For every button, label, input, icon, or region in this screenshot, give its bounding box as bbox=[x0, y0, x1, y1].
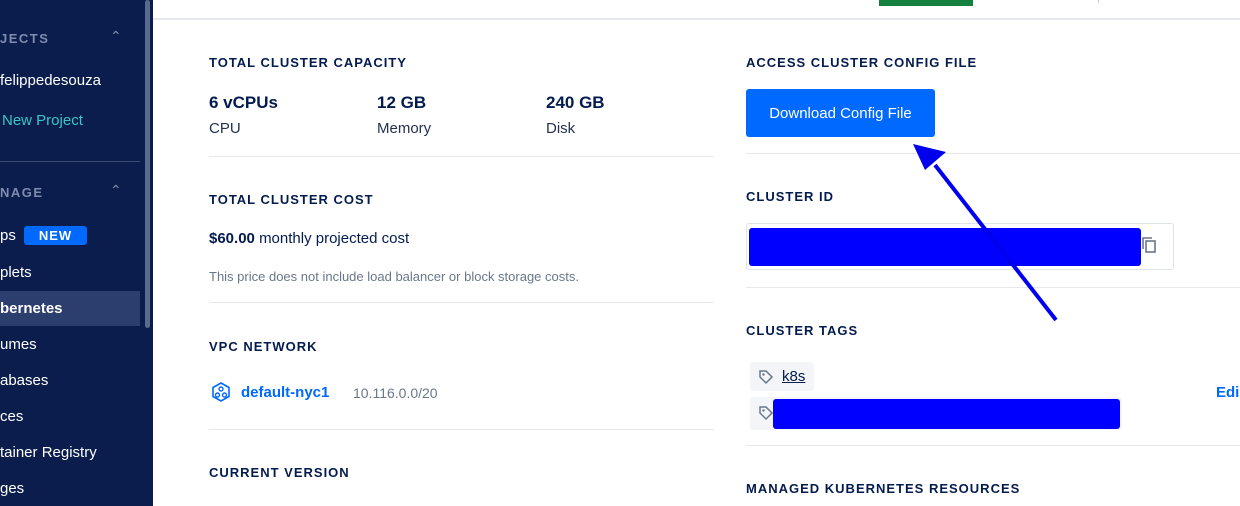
redacted-tag bbox=[773, 399, 1120, 429]
vpc-name-link[interactable]: default-nyc1 bbox=[241, 384, 329, 401]
new-project-link[interactable]: New Project bbox=[2, 112, 83, 129]
download-config-button[interactable]: Download Config File bbox=[746, 89, 935, 137]
vpc-title: VPC NETWORK bbox=[209, 339, 318, 354]
disk-label: Disk bbox=[546, 120, 576, 137]
cluster-id-title: CLUSTER ID bbox=[746, 189, 834, 204]
sidebar-item-label: ps bbox=[0, 227, 16, 244]
cluster-tags-title: CLUSTER TAGS bbox=[746, 323, 859, 338]
redacted-cluster-id bbox=[749, 228, 1141, 266]
sidebar-item-droplets[interactable]: plets bbox=[0, 264, 32, 281]
cost-line: $60.00 monthly projected cost bbox=[209, 230, 409, 247]
resources-title: MANAGED KUBERNETES RESOURCES bbox=[746, 481, 1021, 496]
sidebar-item-kubernetes[interactable]: bernetes bbox=[0, 300, 63, 317]
version-title: CURRENT VERSION bbox=[209, 465, 350, 480]
copy-icon[interactable] bbox=[1141, 236, 1159, 256]
sidebar-item-volumes[interactable]: umes bbox=[0, 336, 37, 353]
chevron-up-icon[interactable]: ⌃ bbox=[110, 28, 122, 45]
edit-tags-link[interactable]: Edi bbox=[1216, 384, 1239, 401]
cost-suffix: monthly projected cost bbox=[259, 230, 410, 247]
projects-section-label: JECTS bbox=[0, 31, 50, 46]
sidebar: JECTS ⌃ felippedesouza New Project NAGE … bbox=[0, 0, 153, 506]
divider bbox=[209, 156, 714, 157]
tag-icon bbox=[759, 370, 774, 385]
cost-title: TOTAL CLUSTER COST bbox=[209, 192, 374, 207]
cost-note: This price does not include load balance… bbox=[209, 269, 579, 284]
vpc-range: 10.116.0.0/20 bbox=[353, 385, 438, 401]
new-badge: NEW bbox=[23, 226, 88, 245]
memory-label: Memory bbox=[377, 120, 432, 137]
capacity-title: TOTAL CLUSTER CAPACITY bbox=[209, 55, 407, 70]
cpu-label: CPU bbox=[209, 120, 241, 137]
divider bbox=[746, 287, 1240, 288]
sidebar-item-container-registry[interactable]: tainer Registry bbox=[0, 444, 97, 461]
sidebar-project-user[interactable]: felippedesouza bbox=[0, 72, 101, 89]
divider bbox=[209, 429, 714, 430]
sidebar-item-images[interactable]: ges bbox=[0, 480, 24, 497]
config-title: ACCESS CLUSTER CONFIG FILE bbox=[746, 55, 978, 70]
manage-section-label: NAGE bbox=[0, 185, 44, 200]
top-divider bbox=[1098, 0, 1099, 3]
disk-value: 240 GB bbox=[546, 93, 605, 112]
memory-value: 12 GB bbox=[377, 93, 427, 112]
cpu-value: 6 vCPUs bbox=[209, 93, 278, 112]
chevron-up-icon[interactable]: ⌃ bbox=[110, 182, 122, 199]
vpc-network-icon bbox=[212, 382, 230, 402]
tag-label[interactable]: k8s bbox=[782, 368, 805, 385]
tag-icon bbox=[759, 406, 774, 421]
sidebar-item-spaces[interactable]: ces bbox=[0, 408, 23, 425]
sidebar-scrollbar[interactable] bbox=[145, 0, 150, 328]
top-bar bbox=[153, 0, 1240, 20]
divider bbox=[746, 153, 1240, 154]
sidebar-item-databases[interactable]: abases bbox=[0, 372, 48, 389]
divider bbox=[209, 302, 714, 303]
divider bbox=[746, 445, 1240, 446]
sidebar-item-apps[interactable]: ps NEW bbox=[0, 226, 88, 245]
sidebar-divider bbox=[0, 161, 140, 162]
top-action-button[interactable] bbox=[879, 0, 973, 6]
cost-amount: $60.00 bbox=[209, 230, 255, 247]
